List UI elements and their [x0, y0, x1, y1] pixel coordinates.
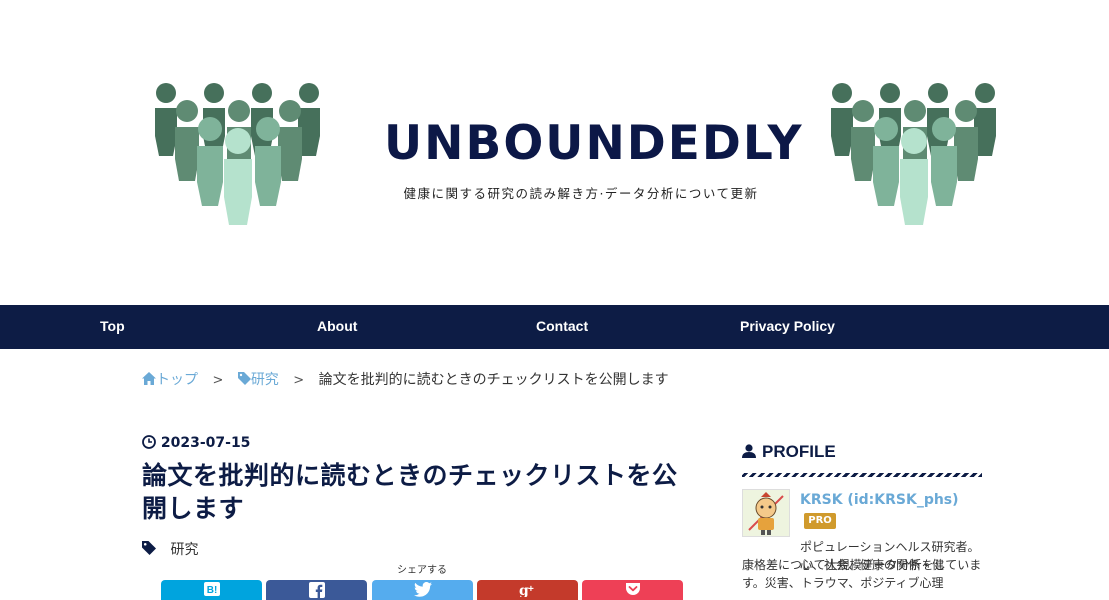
post-title[interactable]: 論文を批判的に読むときのチェックリストを公開します: [142, 459, 690, 525]
nav-item-top[interactable]: Top: [100, 305, 125, 349]
user-icon: [742, 444, 756, 458]
profile-heading-label: PROFILE: [762, 442, 836, 461]
facebook-icon: [308, 582, 325, 598]
profile-bio-line: 康格差について大規模データ分析をしています。災害、トラウマ、ポジティブ心理: [742, 558, 982, 590]
breadcrumb: トップ > 研究 > 論文を批判的に読むときのチェックリストを公開します: [142, 369, 669, 391]
breadcrumb-current: 論文を批判的に読むときのチェックリストを公開します: [318, 372, 669, 388]
google-plus-share-button[interactable]: g +: [477, 580, 578, 600]
breadcrumb-home-label: トップ: [156, 372, 198, 388]
facebook-share-button[interactable]: [266, 580, 367, 600]
site-tagline: 健康に関する研究の読み解き方·データ分析について更新: [403, 186, 759, 201]
home-icon: [142, 372, 156, 385]
twitter-bird-icon: [413, 582, 432, 597]
avatar-image: [743, 490, 789, 536]
google-plus-icon: g +: [519, 583, 534, 597]
profile-name-link[interactable]: KRSK (id:KRSK_phs): [800, 489, 959, 511]
breadcrumb-home[interactable]: トップ: [142, 372, 202, 388]
pro-badge: PRO: [804, 513, 836, 529]
global-nav: Top About Contact Privacy Policy: [0, 305, 1109, 349]
post-category-link[interactable]: 研究: [170, 542, 198, 558]
post-date: 2023-07-15: [142, 433, 250, 453]
share-label: シェアする: [397, 565, 447, 576]
pocket-share-button[interactable]: [582, 580, 683, 600]
breadcrumb-category[interactable]: 研究: [237, 372, 283, 388]
avatar[interactable]: [742, 489, 790, 537]
breadcrumb-separator: >: [212, 373, 224, 388]
post-category: 研究: [142, 539, 198, 561]
profile-heading-divider: [742, 473, 982, 477]
breadcrumb-separator: >: [293, 373, 305, 388]
tag-icon: [142, 541, 156, 555]
site-title[interactable]: UNBOUNDEDLY: [384, 115, 802, 173]
pocket-icon: [625, 583, 640, 595]
svg-text:+: +: [528, 584, 534, 595]
twitter-share-button[interactable]: [372, 580, 473, 600]
post-date-value[interactable]: 2023-07-15: [161, 435, 251, 451]
tag-icon: [237, 372, 251, 385]
clock-icon: [142, 435, 156, 449]
hatena-bookmark-button[interactable]: B!: [161, 580, 262, 600]
nav-item-contact[interactable]: Contact: [536, 305, 588, 349]
nav-item-about[interactable]: About: [317, 305, 357, 349]
site-header: UNBOUNDEDLY 健康に関する研究の読み解き方·データ分析について更新: [0, 0, 1109, 305]
people-logo-right: [831, 83, 996, 225]
nav-item-privacy-policy[interactable]: Privacy Policy: [740, 305, 835, 349]
profile-heading: PROFILE: [742, 441, 836, 463]
svg-text:B!: B!: [206, 585, 217, 596]
hatena-bookmark-icon: B!: [203, 582, 220, 596]
people-logo-left: [155, 83, 320, 225]
breadcrumb-category-label: 研究: [250, 372, 279, 388]
